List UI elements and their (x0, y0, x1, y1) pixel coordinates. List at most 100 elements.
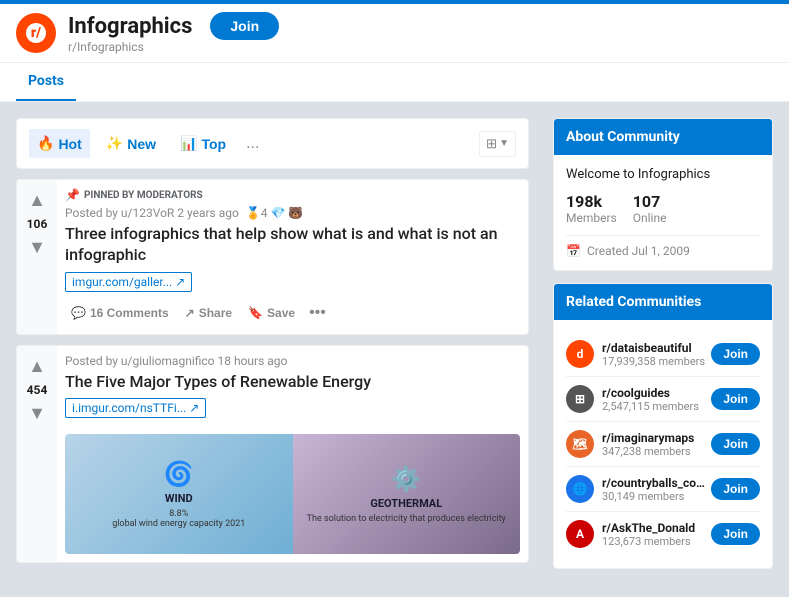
community-name: r/imaginarymaps (602, 431, 711, 445)
trophy-icon: 📊 (180, 135, 197, 152)
post-meta: Posted by u/giuliomagnifico 18 hours ago (65, 354, 520, 368)
subreddit-logo: r/ (16, 13, 56, 53)
geothermal-icon: ⚙️ (391, 465, 421, 493)
community-join-button[interactable]: Join (711, 523, 760, 545)
image-left-sub: 8.8% global wind energy capacity 2021 (112, 509, 245, 529)
post-link[interactable]: imgur.com/galler... ↗ (65, 272, 192, 292)
community-created: 📅 Created Jul 1, 2009 (566, 235, 760, 258)
image-left: 🌀 WIND 8.8% global wind energy capacity … (65, 434, 293, 554)
community-avatar: ⊞ (566, 385, 594, 413)
sort-more-button[interactable]: ... (242, 131, 263, 157)
community-name: r/AskThe_Donald (602, 521, 711, 535)
calendar-icon: 📅 (566, 244, 581, 258)
post-card: ▲ 106 ▼ 📌 Pinned by Moderators Posted by… (16, 179, 529, 335)
members-label: Members (566, 211, 617, 225)
comments-button[interactable]: 💬 16 Comments (65, 300, 175, 326)
post-actions: 💬 16 Comments ↗ Share 🔖 Save ••• (65, 300, 520, 326)
post-body: Posted by u/giuliomagnifico 18 hours ago… (57, 346, 528, 563)
sub-navigation: Posts (0, 63, 789, 102)
community-item: d r/dataisbeautiful 17,939,358 members J… (566, 332, 760, 377)
downvote-button[interactable]: ▼ (26, 235, 48, 260)
image-left-title: WIND (165, 492, 193, 505)
online-count: 107 (633, 192, 667, 211)
pin-icon: 📌 (65, 188, 80, 202)
post-meta: Posted by u/123VoR 2 years ago 🏅4 💎 🐻 (65, 206, 520, 220)
community-join-button[interactable]: Join (711, 478, 760, 500)
community-members: 347,238 members (602, 445, 711, 458)
flame-icon: 🔥 (37, 135, 54, 152)
post-vote-section: ▲ 106 ▼ (17, 180, 57, 334)
about-community-body: Welcome to Infographics 198k Members 107… (554, 155, 772, 270)
downvote-button[interactable]: ▼ (26, 401, 48, 426)
community-avatar: 🌐 (566, 475, 594, 503)
post-more-button[interactable]: ••• (305, 300, 330, 326)
subreddit-name: r/Infographics (68, 40, 279, 54)
sort-top-button[interactable]: 📊 Top (172, 129, 234, 158)
main-content: 🔥 Hot ✨ New 📊 Top ... ⊞ ▼ ▲ 106 ▼ (0, 102, 789, 597)
share-icon: ↗ (185, 306, 195, 320)
community-avatar: A (566, 520, 594, 548)
vote-count: 106 (27, 217, 48, 231)
community-info: r/coolguides 2,547,115 members (602, 386, 711, 413)
community-members: 2,547,115 members (602, 400, 711, 413)
header: r/ Infographics Join r/Infographics (0, 4, 789, 63)
view-toggle-button[interactable]: ⊞ ▼ (479, 131, 516, 157)
posts-nav-item[interactable]: Posts (16, 63, 76, 101)
post-vote-section: ▲ 454 ▼ (17, 346, 57, 563)
vote-count: 454 (27, 383, 48, 397)
community-item: A r/AskThe_Donald 123,673 members Join (566, 512, 760, 556)
header-info: Infographics Join r/Infographics (68, 12, 279, 54)
community-join-button[interactable]: Join (711, 433, 760, 455)
members-stat: 198k Members (566, 192, 617, 225)
comment-icon: 💬 (71, 306, 86, 320)
sparkle-icon: ✨ (106, 135, 123, 152)
image-right-sub: The solution to electricity that produce… (307, 514, 506, 524)
community-join-button[interactable]: Join (711, 343, 760, 365)
sort-new-button[interactable]: ✨ New (98, 129, 164, 158)
image-right-title: GEOTHERMAL (370, 497, 442, 510)
post-title: Three infographics that help show what i… (65, 224, 520, 266)
community-stats: 198k Members 107 Online (566, 192, 760, 225)
community-name: r/coolguides (602, 386, 711, 400)
online-stat: 107 Online (633, 192, 667, 225)
community-item: ⊞ r/coolguides 2,547,115 members Join (566, 377, 760, 422)
community-join-button[interactable]: Join (711, 388, 760, 410)
members-count: 198k (566, 192, 617, 211)
image-right: ⚙️ GEOTHERMAL The solution to electricit… (293, 434, 521, 554)
community-info: r/imaginarymaps 347,238 members (602, 431, 711, 458)
save-button[interactable]: 🔖 Save (242, 300, 301, 326)
sort-hot-button[interactable]: 🔥 Hot (29, 129, 90, 158)
wind-icon: 🌀 (164, 460, 194, 488)
community-name: r/dataisbeautiful (602, 341, 711, 355)
post-badges: 🏅4 💎 🐻 (246, 206, 304, 220)
post-title: The Five Major Types of Renewable Energy (65, 372, 520, 393)
chevron-down-icon: ▼ (499, 138, 509, 149)
upvote-button[interactable]: ▲ (26, 354, 48, 379)
post-link[interactable]: i.imgur.com/nsTTFi... ↗ (65, 398, 206, 418)
about-community-title: About Community (554, 119, 772, 155)
post-feed: 🔥 Hot ✨ New 📊 Top ... ⊞ ▼ ▲ 106 ▼ (16, 118, 529, 581)
community-name: r/countryballs_comics (602, 476, 711, 490)
community-item: 🌐 r/countryballs_comics 30,149 members J… (566, 467, 760, 512)
sidebar: About Community Welcome to Infographics … (553, 118, 773, 581)
related-communities-title: Related Communities (554, 284, 772, 320)
online-label: Online (633, 211, 667, 225)
related-communities-card: Related Communities d r/dataisbeautiful … (553, 283, 773, 569)
post-body: 📌 Pinned by Moderators Posted by u/123Vo… (57, 180, 528, 334)
community-avatar: 🗺 (566, 430, 594, 458)
community-info: r/dataisbeautiful 17,939,358 members (602, 341, 711, 368)
pinned-label: 📌 Pinned by Moderators (65, 188, 520, 202)
subreddit-title: Infographics (68, 14, 192, 39)
community-avatar: d (566, 340, 594, 368)
upvote-button[interactable]: ▲ (26, 188, 48, 213)
related-communities-body: d r/dataisbeautiful 17,939,358 members J… (554, 320, 772, 568)
header-join-button[interactable]: Join (210, 12, 279, 40)
post-card: ▲ 454 ▼ Posted by u/giuliomagnifico 18 h… (16, 345, 529, 564)
community-item: 🗺 r/imaginarymaps 347,238 members Join (566, 422, 760, 467)
save-icon: 🔖 (248, 306, 263, 320)
community-info: r/countryballs_comics 30,149 members (602, 476, 711, 503)
about-community-card: About Community Welcome to Infographics … (553, 118, 773, 271)
view-icon: ⊞ (486, 136, 497, 152)
share-button[interactable]: ↗ Share (179, 300, 238, 326)
community-welcome-text: Welcome to Infographics (566, 167, 760, 182)
